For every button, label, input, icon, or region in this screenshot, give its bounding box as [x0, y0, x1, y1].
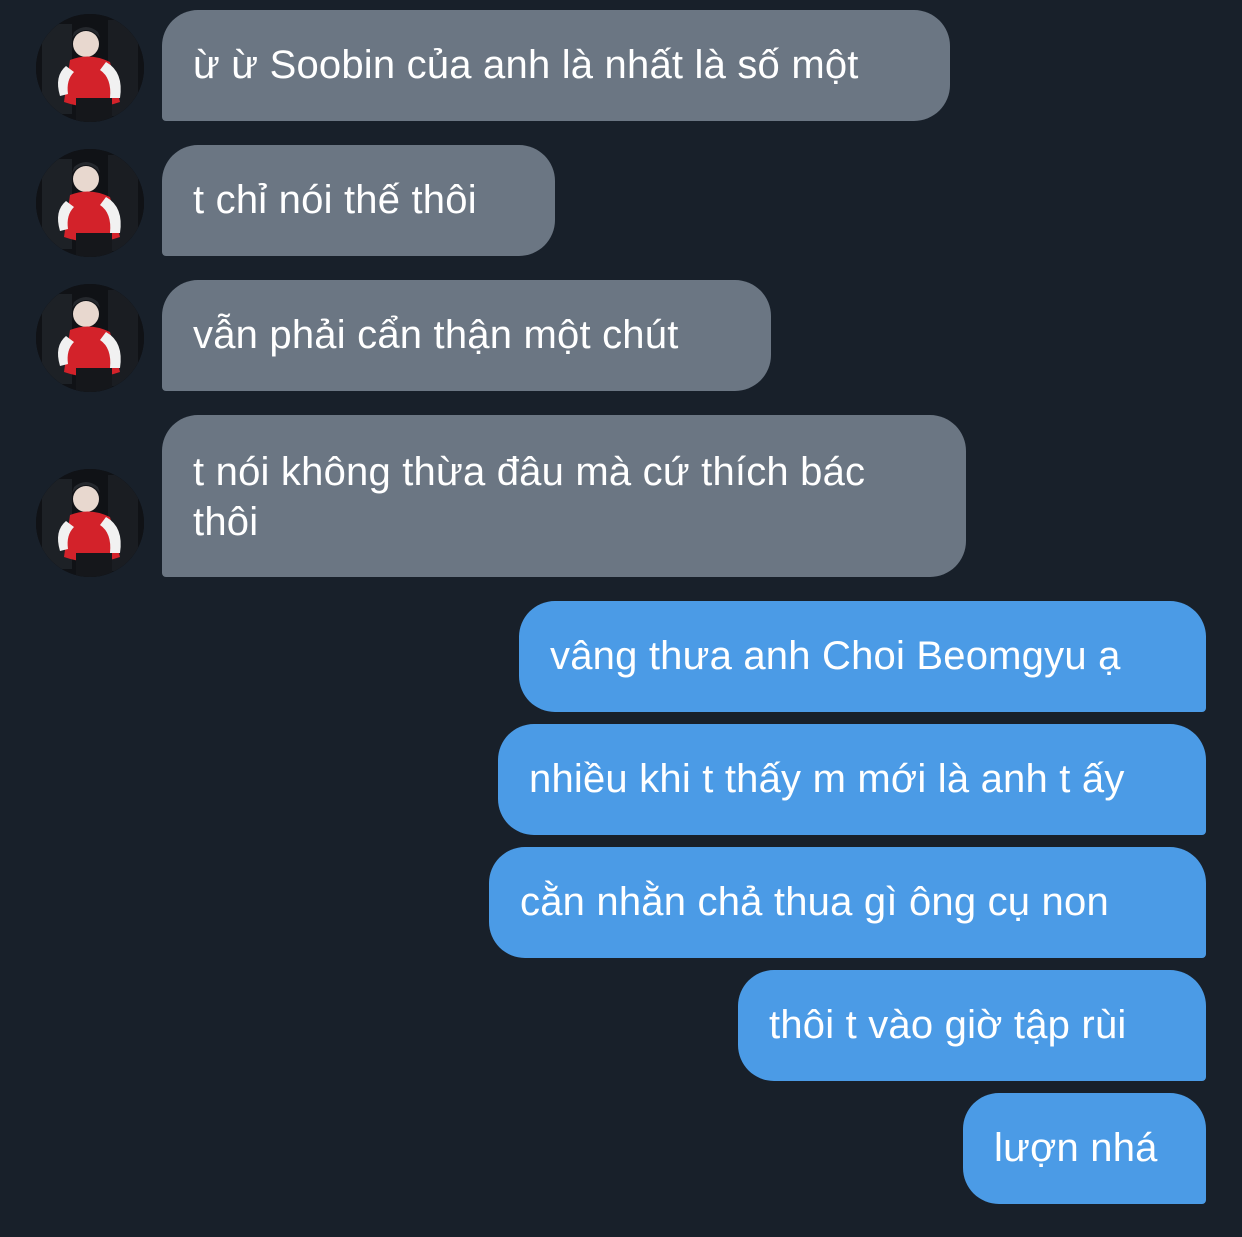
- message-text: ừ ừ Soobin của anh là nhất là số một: [193, 43, 859, 87]
- incoming-message-bubble[interactable]: t nói không thừa đâu mà cứ thích bác thô…: [162, 415, 966, 577]
- outgoing-message-bubble[interactable]: lượn nhá: [963, 1093, 1206, 1204]
- outgoing-message-bubble[interactable]: thôi t vào giờ tập rùi: [738, 970, 1206, 1081]
- incoming-message-bubble[interactable]: t chỉ nói thế thôi: [162, 145, 555, 256]
- outgoing-message-bubble[interactable]: cằn nhằn chả thua gì ông cụ non: [489, 847, 1206, 958]
- avatar-photo-icon: [36, 284, 144, 392]
- incoming-message-bubble[interactable]: ừ ừ Soobin của anh là nhất là số một: [162, 10, 950, 121]
- contact-avatar[interactable]: [36, 14, 144, 122]
- incoming-message-bubble[interactable]: vẫn phải cẩn thận một chút: [162, 280, 771, 391]
- avatar-photo-icon: [36, 469, 144, 577]
- avatar-photo-icon: [36, 14, 144, 122]
- outgoing-message-bubble[interactable]: vâng thưa anh Choi Beomgyu ạ: [519, 601, 1206, 712]
- contact-avatar[interactable]: [36, 284, 144, 392]
- message-text: vâng thưa anh Choi Beomgyu ạ: [550, 634, 1121, 678]
- contact-avatar[interactable]: [36, 149, 144, 257]
- message-text: t chỉ nói thế thôi: [193, 178, 477, 222]
- message-text: lượn nhá: [994, 1126, 1158, 1170]
- contact-avatar[interactable]: [36, 469, 144, 577]
- message-thread[interactable]: ừ ừ Soobin của anh là nhất là số một t c…: [0, 0, 1242, 1237]
- message-text: thôi t vào giờ tập rùi: [769, 1003, 1127, 1047]
- message-text: cằn nhằn chả thua gì ông cụ non: [520, 880, 1109, 924]
- message-text: t nói không thừa đâu mà cứ thích bác thô…: [193, 450, 866, 544]
- message-text: nhiều khi t thấy m mới là anh t ấy: [529, 757, 1125, 801]
- avatar-photo-icon: [36, 149, 144, 257]
- outgoing-message-bubble[interactable]: nhiều khi t thấy m mới là anh t ấy: [498, 724, 1206, 835]
- message-text: vẫn phải cẩn thận một chút: [193, 313, 679, 357]
